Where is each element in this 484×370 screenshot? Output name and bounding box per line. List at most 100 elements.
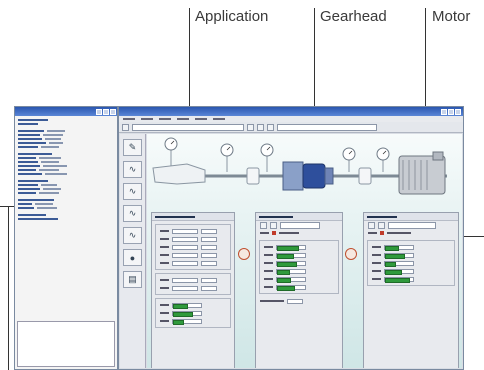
- component-button[interactable]: ∿: [123, 161, 142, 178]
- motor-panel-combo[interactable]: [388, 221, 436, 229]
- maximize-icon[interactable]: [448, 108, 454, 115]
- menu-item[interactable]: [213, 118, 225, 120]
- minimize-icon[interactable]: [441, 108, 447, 115]
- results-label: [18, 199, 54, 201]
- unit-select[interactable]: [201, 252, 217, 258]
- pointer-vertical-left: [8, 206, 9, 370]
- menu-item[interactable]: [123, 118, 135, 120]
- results-value: [43, 134, 63, 136]
- bar-fill: [385, 269, 402, 275]
- application-component[interactable]: [152, 163, 206, 185]
- unit-select[interactable]: [201, 285, 217, 291]
- result-bar: [276, 244, 306, 251]
- gearhead-selector: [256, 221, 342, 229]
- result-row: [260, 275, 338, 283]
- input-field[interactable]: [172, 228, 198, 234]
- results-label: [18, 130, 44, 132]
- callout-gearhead: Gearhead: [320, 8, 387, 25]
- footer-field[interactable]: [287, 298, 303, 304]
- toolbar-button[interactable]: [122, 123, 129, 131]
- gearhead-combo[interactable]: [280, 221, 320, 229]
- motor-status-row: [364, 229, 458, 237]
- toolbar-button[interactable]: [260, 221, 267, 229]
- unit-select[interactable]: [201, 236, 217, 242]
- toolbar-button[interactable]: [270, 221, 277, 229]
- link-icon[interactable]: [345, 248, 357, 260]
- menu-item[interactable]: [195, 118, 207, 120]
- input-field[interactable]: [172, 244, 198, 250]
- results-value: [39, 157, 61, 159]
- toolbar-button[interactable]: [368, 221, 375, 229]
- unit-select[interactable]: [201, 277, 217, 283]
- component-button[interactable]: ●: [123, 249, 142, 266]
- menu-item[interactable]: [141, 118, 153, 120]
- close-icon[interactable]: [455, 108, 461, 115]
- toolbar-button[interactable]: [257, 123, 264, 131]
- motor-icon[interactable]: [398, 151, 446, 195]
- component-button[interactable]: ∿: [123, 205, 142, 222]
- gearhead-icon[interactable]: [282, 161, 334, 191]
- toolbar-button[interactable]: [247, 123, 254, 131]
- results-label: [18, 134, 40, 136]
- results-notes-area[interactable]: [17, 321, 115, 367]
- link-icon[interactable]: [238, 248, 250, 260]
- motor-combo[interactable]: [277, 123, 377, 131]
- gearhead-panel: [255, 212, 343, 368]
- result-bar: [384, 260, 414, 267]
- menu-item[interactable]: [177, 118, 189, 120]
- result-row: [260, 251, 338, 259]
- input-row: [156, 251, 230, 259]
- shaft-coupling-icon: [358, 167, 372, 185]
- component-button[interactable]: ✎: [123, 139, 142, 156]
- main-title-bar[interactable]: [119, 107, 463, 116]
- unit-select[interactable]: [201, 244, 217, 250]
- result-bar: [276, 260, 306, 267]
- component-button[interactable]: ∿: [123, 183, 142, 200]
- input-field[interactable]: [172, 260, 198, 266]
- results-value: [39, 192, 59, 194]
- input-field[interactable]: [172, 277, 198, 283]
- results-title-bar[interactable]: [15, 107, 117, 116]
- callout-application: Application: [195, 8, 269, 25]
- input-field[interactable]: [172, 252, 198, 258]
- results-value: [41, 146, 59, 148]
- result-row: [368, 243, 454, 251]
- results-label: [18, 203, 32, 205]
- bar-fill: [277, 261, 297, 267]
- minimize-icon[interactable]: [96, 108, 102, 115]
- input-field[interactable]: [172, 285, 198, 291]
- result-row: [260, 259, 338, 267]
- toolbar-button[interactable]: [267, 123, 274, 131]
- bar-fill: [385, 277, 411, 283]
- callout-motor: Motor: [432, 8, 471, 25]
- results-label: [18, 146, 38, 148]
- bar-fill: [277, 269, 290, 275]
- bar-fill: [173, 311, 193, 317]
- input-field[interactable]: [172, 236, 198, 242]
- maximize-icon[interactable]: [103, 108, 109, 115]
- component-button[interactable]: ∿: [123, 227, 142, 244]
- application-input-group: [155, 224, 231, 270]
- toolbar-button[interactable]: [378, 221, 385, 229]
- unit-select[interactable]: [201, 260, 217, 266]
- results-value: [45, 173, 67, 175]
- results-label: [18, 207, 34, 209]
- result-bar: [276, 252, 306, 259]
- pressure-gauge-icon: [220, 143, 234, 172]
- menu-item[interactable]: [159, 118, 171, 120]
- results-label: [18, 173, 42, 175]
- bar-fill: [277, 253, 294, 259]
- results-label: [18, 218, 58, 220]
- result-row: [260, 283, 338, 291]
- component-sidebar: ✎ ∿ ∿ ∿ ∿ ● ▤: [120, 134, 146, 368]
- unit-select[interactable]: [201, 228, 217, 234]
- application-combo[interactable]: [132, 123, 244, 131]
- results-value: [43, 165, 67, 167]
- close-icon[interactable]: [110, 108, 116, 115]
- input-row: [156, 259, 230, 267]
- component-button[interactable]: ▤: [123, 271, 142, 288]
- result-row: [260, 267, 338, 275]
- motor-selector: [364, 221, 458, 229]
- results-label: [18, 138, 42, 140]
- input-row: [156, 227, 230, 235]
